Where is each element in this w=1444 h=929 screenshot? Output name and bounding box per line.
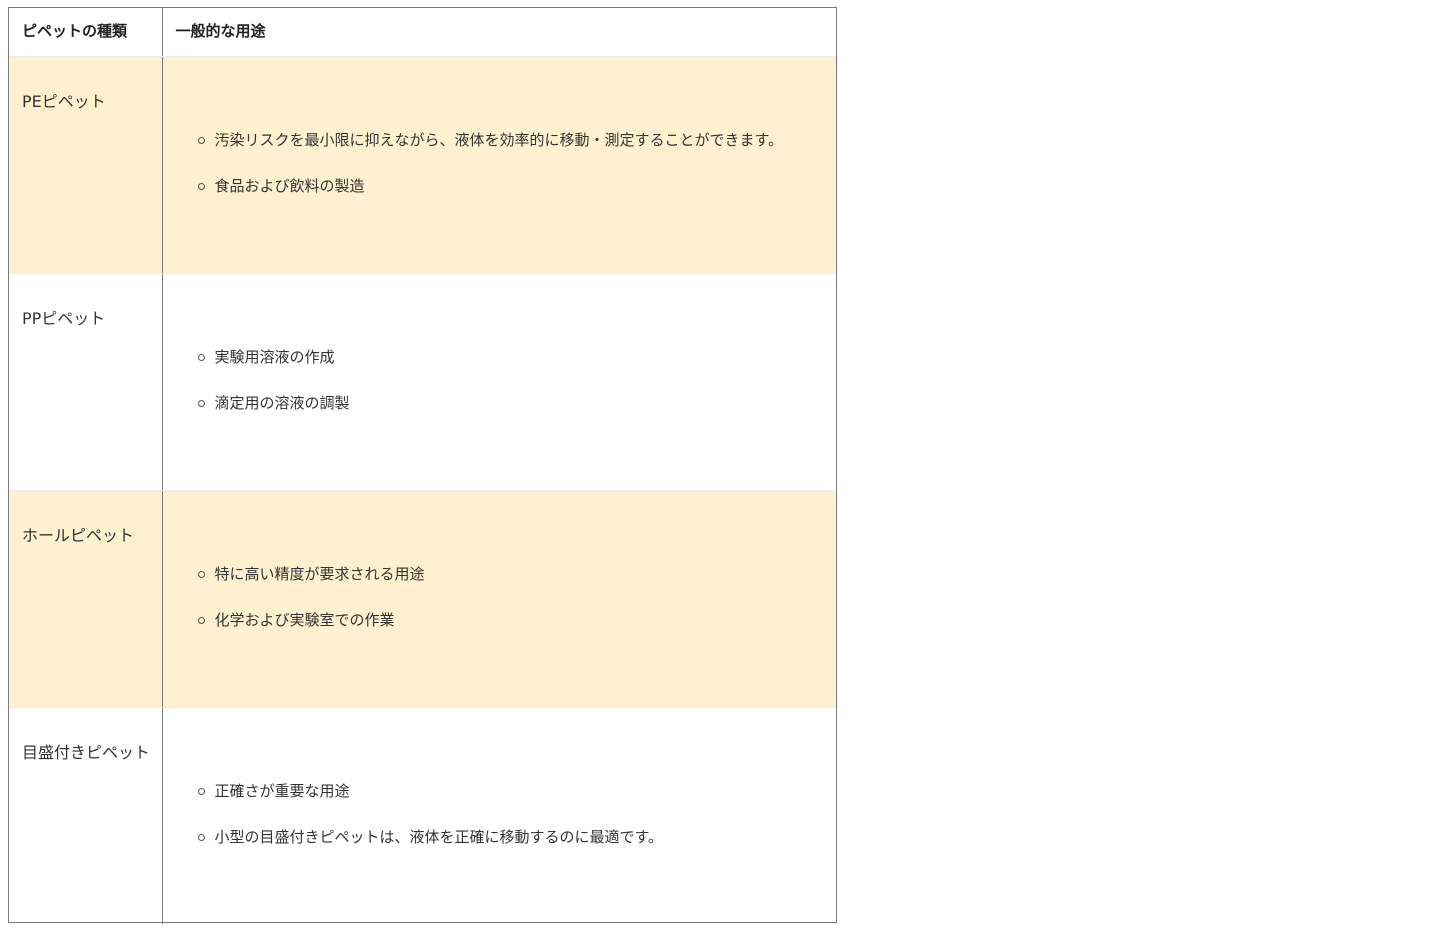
circle-bullet-icon	[197, 399, 205, 407]
header-common-uses: 一般的な用途	[162, 8, 836, 57]
table-row-pe: PEピペット 汚染リスクを最小限に抑えながら、液体を効率的に移動・測定することが…	[9, 56, 837, 274]
pipette-usage-table-wrapper: ピペットの種類 一般的な用途 PEピペット 汚染リスクを最小限に抑えながら、液体…	[8, 7, 837, 924]
circle-bullet-icon	[197, 353, 205, 361]
pipette-usage-table: ピペットの種類 一般的な用途 PEピペット 汚染リスクを最小限に抑えながら、液体…	[9, 8, 836, 924]
circle-bullet-icon	[197, 136, 205, 144]
cell-pipette-type: ホールピペット	[9, 490, 163, 708]
list-item: 汚染リスクを最小限に抑えながら、液体を効率的に移動・測定することができます。	[163, 130, 837, 150]
cell-pipette-type: PPピペット	[9, 273, 163, 491]
list-item: 特に高い精度が要求される用途	[163, 564, 837, 584]
circle-bullet-icon	[197, 787, 205, 795]
table-header-row: ピペットの種類 一般的な用途	[9, 8, 836, 57]
list-item: 化学および実験室での作業	[163, 610, 837, 630]
table-row-volumetric: ホールピペット 特に高い精度が要求される用途 化学および実験室での作業	[9, 490, 837, 708]
circle-bullet-icon	[197, 182, 205, 190]
table-row-pp: PPピペット 実験用溶液の作成 滴定用の溶液の調製	[9, 273, 837, 491]
list-item: 小型の目盛付きピペットは、液体を正確に移動するのに最適です。	[163, 827, 837, 847]
list-item: 正確さが重要な用途	[163, 781, 837, 801]
uses-list: 特に高い精度が要求される用途 化学および実験室での作業	[163, 491, 837, 630]
uses-list: 汚染リスクを最小限に抑えながら、液体を効率的に移動・測定することができます。 食…	[163, 57, 837, 196]
cell-uses: 汚染リスクを最小限に抑えながら、液体を効率的に移動・測定することができます。 食…	[162, 56, 837, 274]
uses-list: 正確さが重要な用途 小型の目盛付きピペットは、液体を正確に移動するのに最適です。	[163, 708, 837, 847]
circle-bullet-icon	[197, 570, 205, 578]
cell-pipette-type: 目盛付きピペット	[9, 707, 163, 924]
table-row-graduated: 目盛付きピペット 正確さが重要な用途 小型の目盛付きピペットは、液体を正確に移動…	[9, 707, 836, 924]
cell-pipette-type: PEピペット	[9, 56, 163, 274]
header-pipette-type: ピペットの種類	[9, 8, 163, 57]
cell-uses: 実験用溶液の作成 滴定用の溶液の調製	[162, 273, 837, 491]
list-item: 滴定用の溶液の調製	[163, 393, 837, 413]
cell-uses: 特に高い精度が要求される用途 化学および実験室での作業	[162, 490, 837, 708]
circle-bullet-icon	[197, 833, 205, 841]
circle-bullet-icon	[197, 616, 205, 624]
list-item: 食品および飲料の製造	[163, 176, 837, 196]
cell-uses: 正確さが重要な用途 小型の目盛付きピペットは、液体を正確に移動するのに最適です。	[162, 707, 836, 924]
uses-list: 実験用溶液の作成 滴定用の溶液の調製	[163, 274, 837, 413]
list-item: 実験用溶液の作成	[163, 347, 837, 367]
